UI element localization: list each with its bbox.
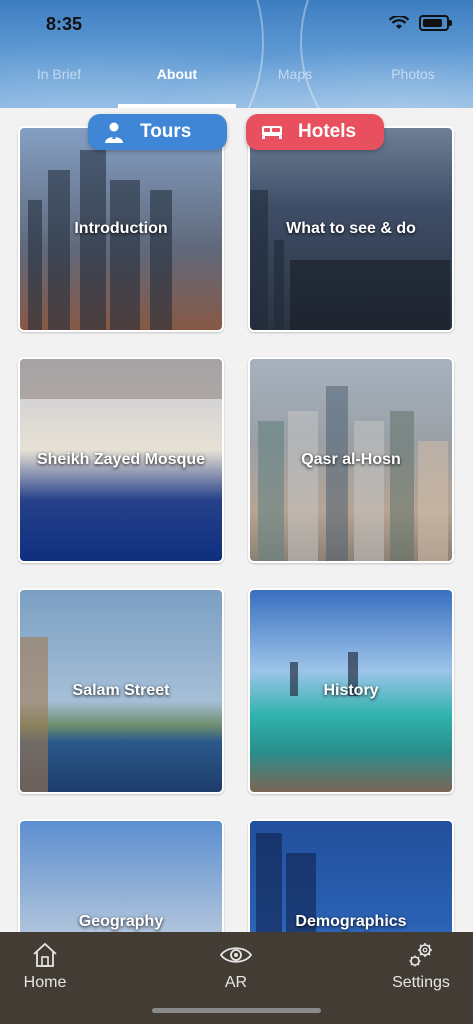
tours-label: Tours (140, 121, 192, 142)
status-time: 8:35 (46, 14, 83, 34)
gears-icon (409, 943, 432, 967)
card-geography[interactable]: Geography (18, 819, 224, 932)
card-label: Introduction (74, 220, 168, 237)
card-label: Qasr al-Hosn (301, 451, 401, 468)
bed-icon (262, 126, 282, 139)
header-banner: 8:35 In Brief About Maps Photos (0, 0, 473, 108)
nav-settings[interactable]: Settings (376, 940, 466, 992)
card-label: History (323, 682, 379, 699)
topic-grid: Introduction What to see & do Sheikh Zay… (0, 108, 473, 932)
nav-home-label: Home (23, 974, 67, 991)
eye-icon (219, 947, 253, 963)
tours-button[interactable]: Tours (88, 114, 227, 150)
card-demographics[interactable]: Demographics (248, 819, 454, 932)
card-what-to-see[interactable]: What to see & do (248, 126, 454, 332)
nav-ar[interactable]: AR (191, 940, 281, 992)
card-salam-street[interactable]: Salam Street (18, 588, 224, 794)
card-history[interactable]: History (248, 588, 454, 794)
nav-ar-label: AR (224, 974, 248, 991)
status-icons (389, 15, 452, 31)
card-label: Geography (78, 913, 164, 930)
card-label: What to see & do (286, 220, 416, 237)
card-sheikh-zayed-mosque[interactable]: Sheikh Zayed Mosque (18, 357, 224, 563)
card-label: Salam Street (72, 682, 170, 699)
tab-maps[interactable]: Maps (240, 66, 350, 82)
tab-in-brief[interactable]: In Brief (4, 66, 114, 82)
home-icon (33, 942, 57, 967)
card-qasr-al-hosn[interactable]: Qasr al-Hosn (248, 357, 454, 563)
hotels-label: Hotels (298, 121, 357, 142)
tour-guide-icon (105, 122, 123, 143)
status-bar: 8:35 (0, 0, 473, 46)
top-tabs: In Brief About Maps Photos (0, 54, 473, 108)
nav-settings-label: Settings (392, 974, 450, 991)
battery-icon (419, 15, 452, 31)
hotels-button[interactable]: Hotels (246, 114, 384, 150)
nav-home[interactable]: Home (0, 940, 90, 992)
card-label: Demographics (295, 913, 407, 930)
card-label: Sheikh Zayed Mosque (36, 451, 206, 468)
tab-about[interactable]: About (122, 66, 232, 82)
wifi-icon (389, 16, 409, 29)
tab-photos[interactable]: Photos (358, 66, 468, 82)
card-introduction[interactable]: Introduction (18, 126, 224, 332)
home-indicator[interactable] (152, 1008, 321, 1013)
